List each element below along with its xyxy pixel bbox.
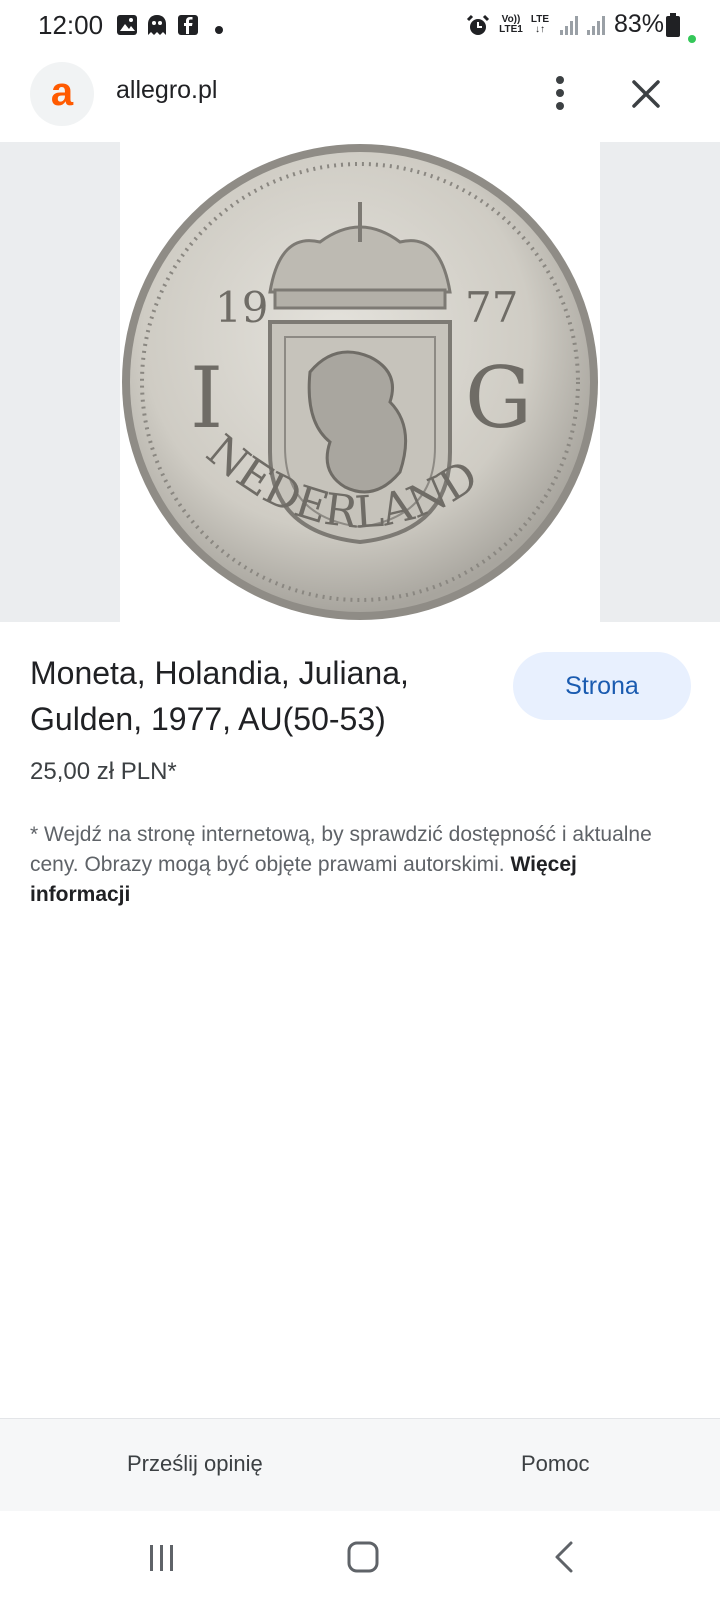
- close-button[interactable]: [626, 74, 666, 114]
- coin-image: 19 77 I G NEDERLAND: [122, 144, 598, 620]
- back-icon: [555, 1541, 573, 1573]
- back-button[interactable]: [543, 1535, 587, 1579]
- lte-bottom-text: ↓↑: [535, 24, 545, 35]
- disclaimer: * Wejdź na stronę internetową, by sprawd…: [30, 820, 670, 910]
- alarm-icon: [466, 14, 490, 43]
- system-nav-bar: [0, 1511, 720, 1600]
- facebook-icon: [177, 14, 199, 41]
- battery-icon: [666, 13, 680, 42]
- charging-dot-icon: [688, 30, 696, 48]
- close-icon: [632, 80, 660, 108]
- visit-site-button[interactable]: Strona: [513, 652, 691, 720]
- lte-indicator: LTE ↓↑: [528, 15, 552, 35]
- volte-indicator: Vo)) LTE1: [496, 15, 526, 35]
- signal-icon: [558, 14, 580, 41]
- recent-apps-icon: [150, 1545, 173, 1571]
- more-vert-icon: [556, 76, 564, 110]
- home-icon: [347, 1541, 379, 1573]
- product-price: 25,00 zł PLN*: [30, 758, 177, 785]
- signal-icon: [585, 14, 607, 41]
- preview-header: a allegro.pl: [0, 54, 720, 142]
- battery-percent: 83%: [614, 10, 665, 38]
- dot-icon: [215, 21, 223, 39]
- volte-bottom-text: LTE1: [499, 24, 523, 35]
- site-domain[interactable]: allegro.pl: [116, 76, 217, 105]
- recent-apps-button[interactable]: [140, 1535, 184, 1579]
- footer: Prześlij opinię Pomoc: [0, 1418, 720, 1511]
- product-image[interactable]: 19 77 I G NEDERLAND: [120, 142, 600, 622]
- product-image-area: 19 77 I G NEDERLAND: [0, 142, 720, 622]
- coin-year-left: 19: [215, 283, 268, 332]
- product-title: Moneta, Holandia, Juliana, Gulden, 1977,…: [30, 655, 409, 737]
- status-time: 12:00: [38, 10, 104, 40]
- help-link[interactable]: Pomoc: [521, 1451, 589, 1477]
- site-logo-letter: a: [50, 70, 74, 114]
- coin-year-right: 77: [465, 283, 518, 332]
- home-button[interactable]: [341, 1535, 385, 1579]
- status-bar: 12:00 Vo)) LTE1 LTE ↓↑ 83%: [0, 0, 720, 54]
- gallery-icon: [116, 14, 138, 41]
- coin-letter-right: G: [465, 349, 532, 447]
- coin-letter-left: I: [190, 349, 223, 447]
- ghost-icon: [146, 14, 168, 41]
- more-options-button[interactable]: [540, 68, 580, 118]
- site-logo: a: [30, 62, 94, 126]
- send-feedback-link[interactable]: Prześlij opinię: [127, 1451, 263, 1477]
